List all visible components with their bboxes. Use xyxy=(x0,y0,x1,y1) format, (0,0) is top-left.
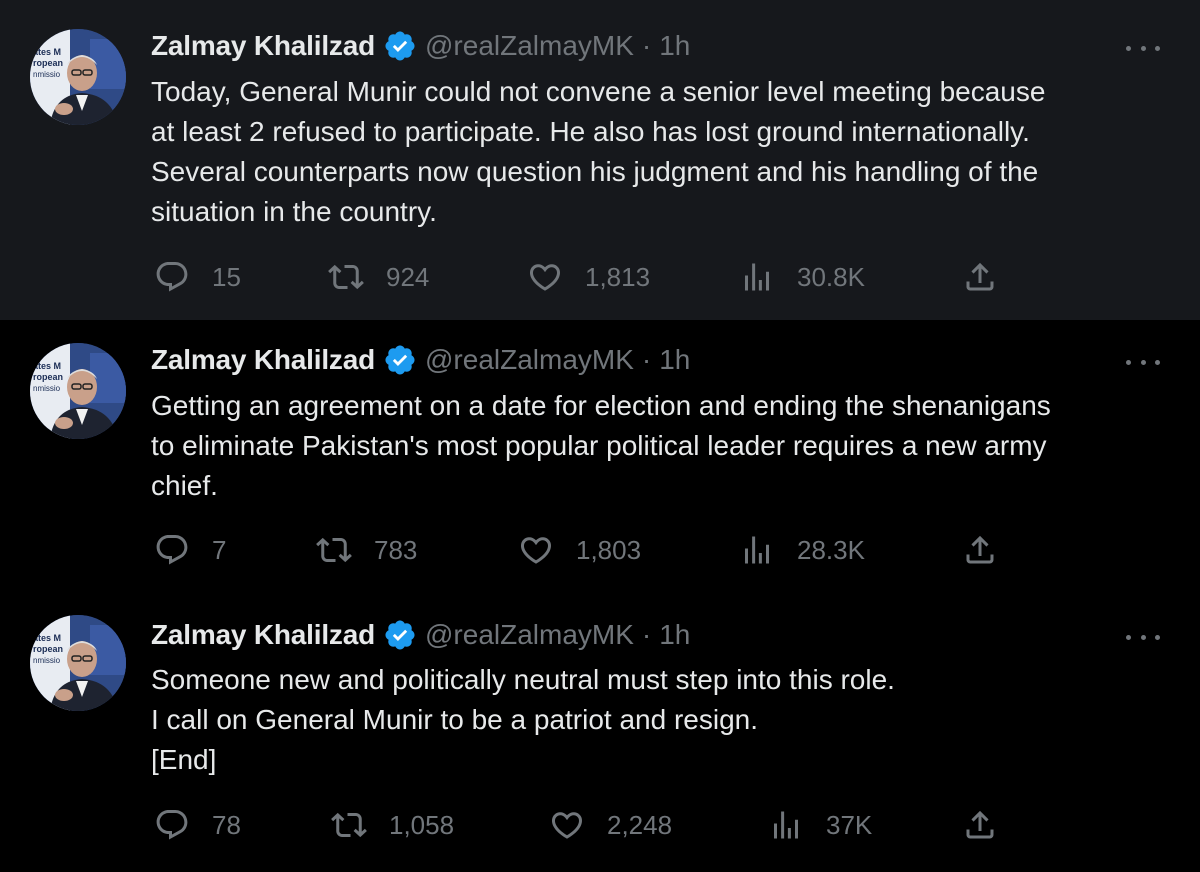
tweet-text: Someone new and politically neutral must… xyxy=(151,664,895,775)
reply-button[interactable]: 7 xyxy=(154,530,226,570)
views-count: 30.8K xyxy=(797,261,865,292)
like-count: 1,803 xyxy=(576,534,642,565)
views-icon xyxy=(745,263,769,291)
verified-badge-icon[interactable] xyxy=(383,618,417,652)
retweet-count: 1,058 xyxy=(389,809,455,840)
like-count: 1,813 xyxy=(585,261,651,292)
reply-button[interactable]: 15 xyxy=(154,257,241,297)
views-icon xyxy=(774,811,798,839)
like-icon xyxy=(520,537,552,564)
tweet-timestamp[interactable]: 1h xyxy=(659,344,690,376)
tweet-header: Zalmay Khalilzad @realZalmayMK · 1h xyxy=(151,28,690,64)
like-button[interactable]: 1,813 xyxy=(527,257,650,297)
tweet-timestamp[interactable]: 1h xyxy=(659,619,690,651)
reply-count: 7 xyxy=(212,534,227,565)
tweet-timestamp[interactable]: 1h xyxy=(659,30,690,62)
views-button[interactable]: 37K xyxy=(768,805,872,845)
like-icon xyxy=(529,264,561,291)
reply-icon xyxy=(156,262,188,292)
tweet-text: Today, General Munir could not convene a… xyxy=(151,76,1046,227)
avatar-banner-text: ropean xyxy=(33,644,63,654)
retweet-button[interactable]: 924 xyxy=(328,257,429,297)
verified-badge-icon[interactable] xyxy=(383,29,417,63)
like-button[interactable]: 1,803 xyxy=(518,530,641,570)
share-icon xyxy=(966,262,994,291)
views-count: 37K xyxy=(826,809,873,840)
tweet-text: Getting an agreement on a date for elect… xyxy=(151,390,1051,501)
avatar-image: ates M ropean nmissio xyxy=(30,615,126,711)
avatar-banner-text: nmissio xyxy=(33,384,61,393)
avatar-banner-text: ropean xyxy=(33,372,63,382)
author-handle[interactable]: @realZalmayMK xyxy=(425,619,634,651)
avatar-banner-text: ropean xyxy=(33,58,63,68)
share-button[interactable] xyxy=(962,805,998,845)
share-button[interactable] xyxy=(962,257,998,297)
avatar-image: ates M ropean nmissio xyxy=(30,343,126,439)
reply-icon xyxy=(156,810,188,840)
separator-dot: · xyxy=(641,344,652,375)
avatar-banner-text: nmissio xyxy=(33,656,61,665)
author-name[interactable]: Zalmay Khalilzad xyxy=(151,30,375,62)
tweet[interactable]: ates M ropean nmissio Zalmay Khalilzad @… xyxy=(0,0,1200,320)
avatar-banner-text: nmissio xyxy=(33,70,61,79)
like-count: 2,248 xyxy=(607,809,673,840)
retweet-icon xyxy=(331,812,367,838)
more-options-icon[interactable] xyxy=(1126,627,1160,647)
reply-count: 15 xyxy=(212,261,241,292)
like-icon xyxy=(551,812,583,839)
views-button[interactable]: 28.3K xyxy=(739,530,865,570)
separator-dot: · xyxy=(641,619,652,650)
more-options-icon[interactable] xyxy=(1126,352,1160,372)
avatar[interactable]: ates M ropean nmissio xyxy=(30,343,126,439)
retweet-icon xyxy=(316,537,352,563)
verified-badge-icon[interactable] xyxy=(383,343,417,377)
avatar-banner-text: ates M xyxy=(33,361,61,371)
reply-button[interactable]: 78 xyxy=(154,805,241,845)
share-icon xyxy=(966,810,994,839)
views-icon xyxy=(745,536,769,564)
reply-count: 78 xyxy=(212,809,241,840)
retweet-count: 924 xyxy=(386,261,430,292)
avatar[interactable]: ates M ropean nmissio xyxy=(30,615,126,711)
avatar-banner-text: ates M xyxy=(33,633,61,643)
share-button[interactable] xyxy=(962,530,998,570)
retweet-button[interactable]: 1,058 xyxy=(331,805,454,845)
more-options-icon[interactable] xyxy=(1126,38,1160,58)
avatar-banner-text: ates M xyxy=(33,47,61,57)
author-name[interactable]: Zalmay Khalilzad xyxy=(151,344,375,376)
views-count: 28.3K xyxy=(797,534,865,565)
retweet-button[interactable]: 783 xyxy=(316,530,417,570)
like-button[interactable]: 2,248 xyxy=(549,805,672,845)
reply-icon xyxy=(156,535,188,565)
author-handle[interactable]: @realZalmayMK xyxy=(425,30,634,62)
tweet[interactable]: ates M ropean nmissio Zalmay Khalilzad @… xyxy=(0,596,1200,872)
tweet-header: Zalmay Khalilzad @realZalmayMK · 1h xyxy=(151,342,690,378)
avatar[interactable]: ates M ropean nmissio xyxy=(30,29,126,125)
avatar-image: ates M ropean nmissio xyxy=(30,29,126,125)
author-handle[interactable]: @realZalmayMK xyxy=(425,344,634,376)
share-icon xyxy=(966,535,994,564)
retweet-count: 783 xyxy=(374,534,418,565)
author-name[interactable]: Zalmay Khalilzad xyxy=(151,619,375,651)
separator-dot: · xyxy=(641,30,652,61)
views-button[interactable]: 30.8K xyxy=(739,257,865,297)
retweet-icon xyxy=(328,264,364,290)
tweet[interactable]: ates M ropean nmissio Zalmay Khalilzad @… xyxy=(0,320,1200,596)
tweet-header: Zalmay Khalilzad @realZalmayMK · 1h xyxy=(151,617,690,653)
